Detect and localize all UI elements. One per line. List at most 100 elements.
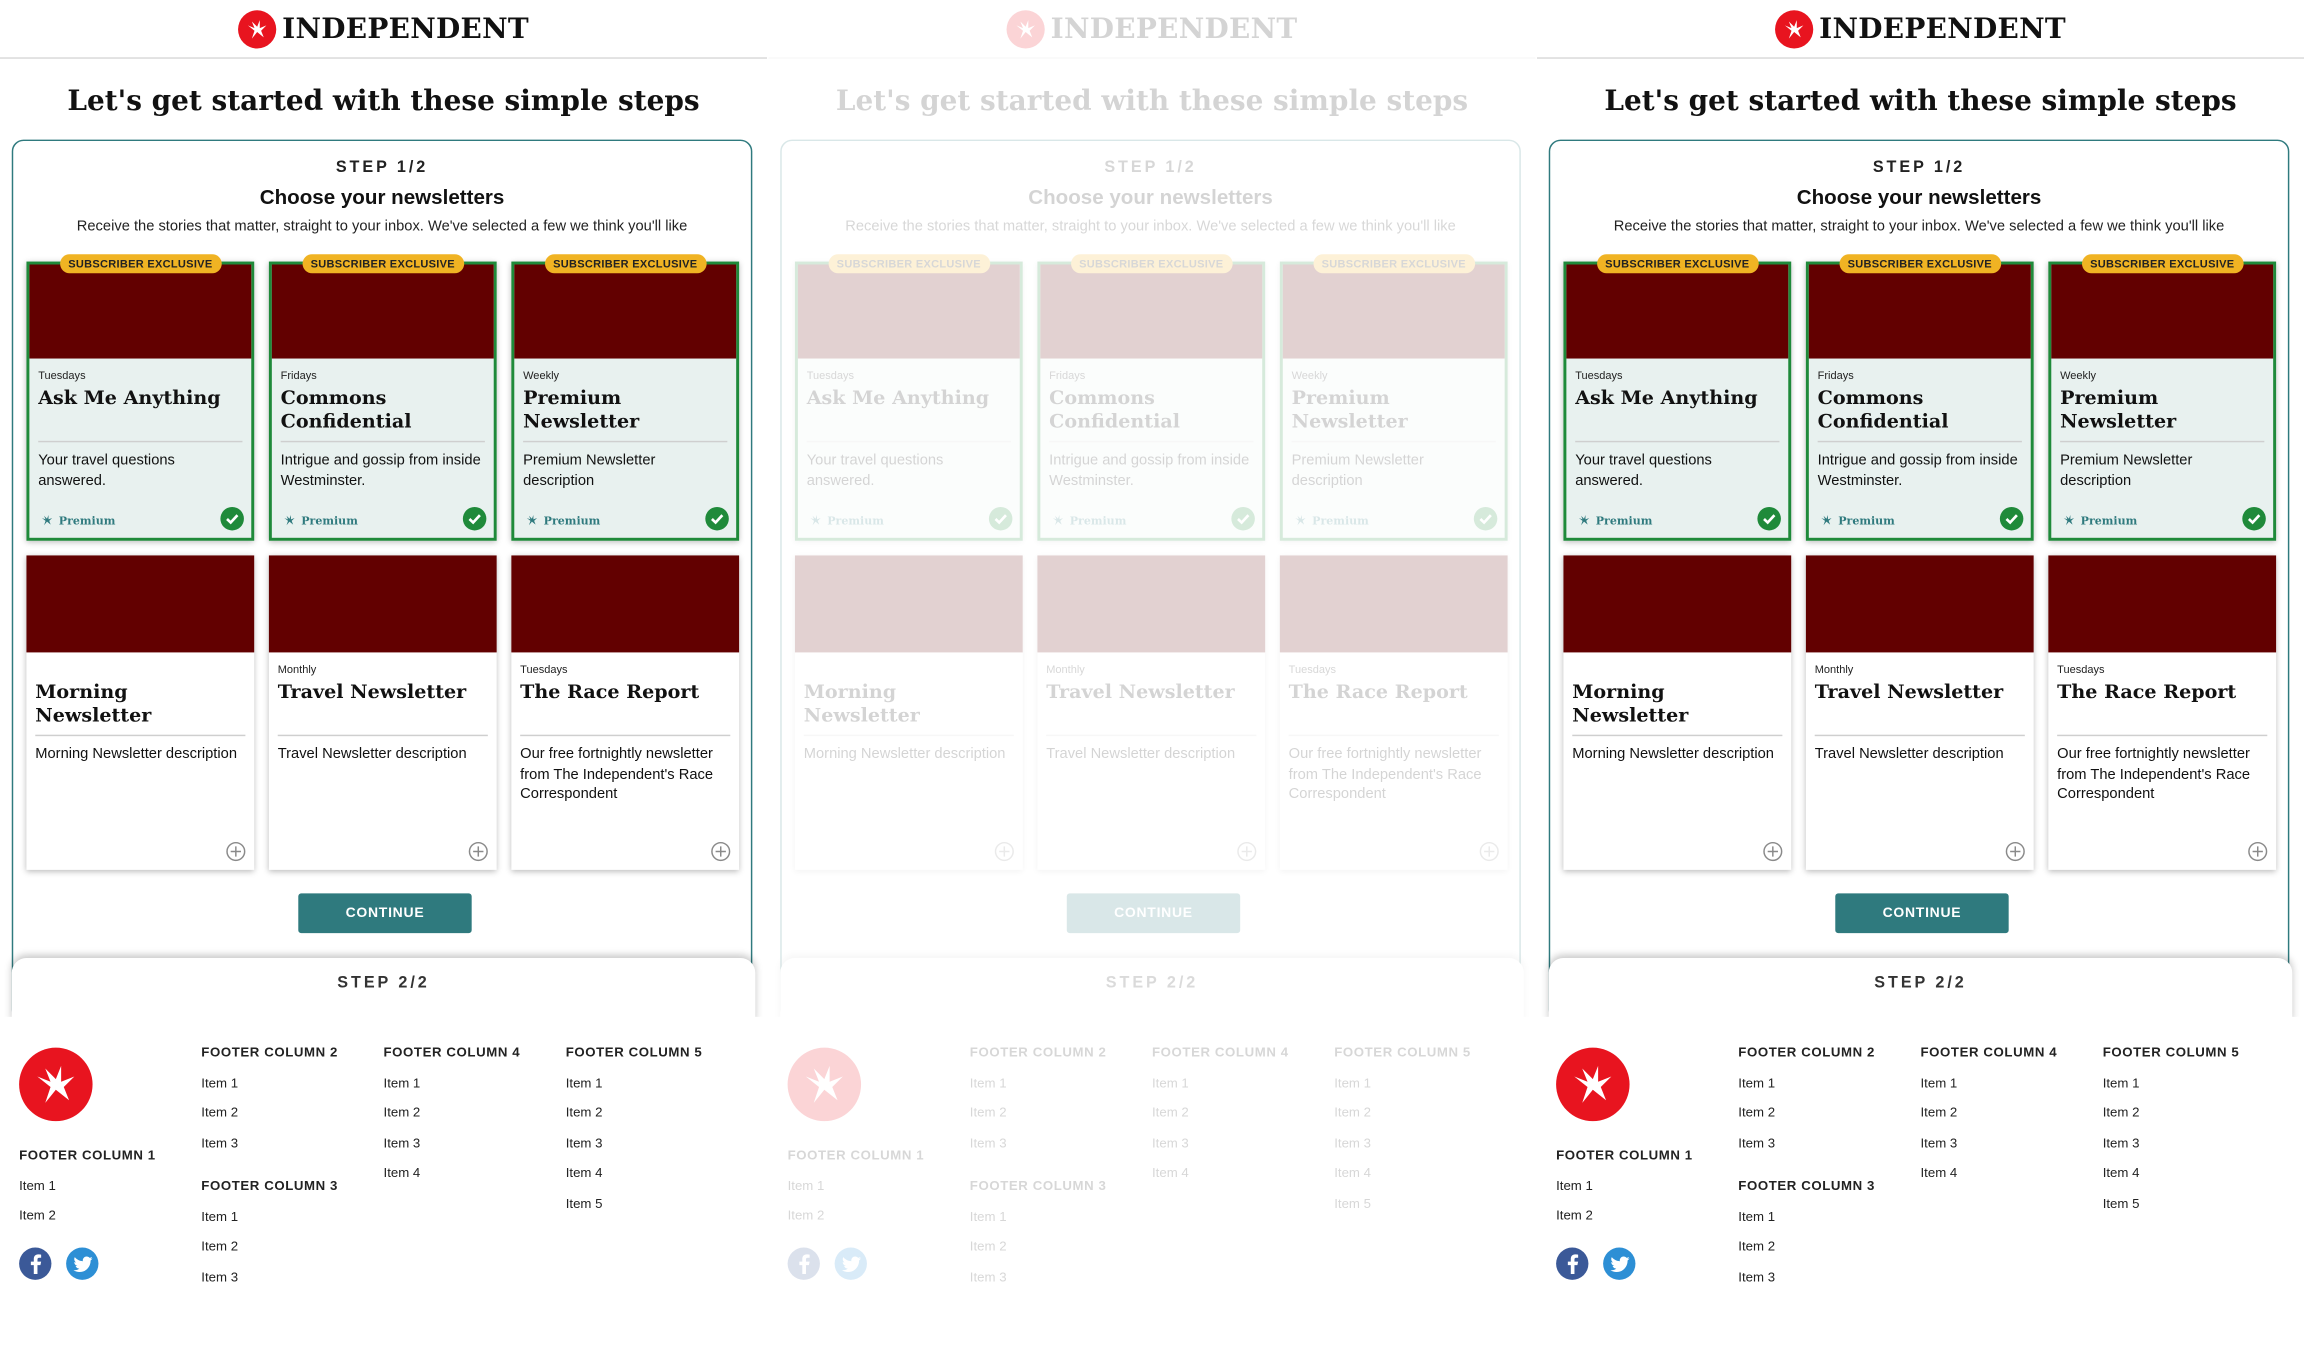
footer-link[interactable]: Item 1 [1738,1075,1875,1093]
footer-link[interactable]: Item 2 [1921,1105,2058,1123]
newsletter-card[interactable]: Morning Newsletter Morning Newsletter des… [26,555,255,870]
footer-link[interactable]: Item 1 [1921,1075,2058,1093]
footer-link[interactable]: Item 3 [970,1269,1107,1287]
footer-link[interactable]: Item 4 [1334,1165,1471,1183]
footer-link[interactable]: Item 4 [566,1165,703,1183]
footer-link[interactable]: Item 5 [1334,1195,1471,1213]
footer-link[interactable]: Item 1 [384,1075,521,1093]
footer-link[interactable]: Item 1 [1738,1209,1875,1227]
facebook-icon[interactable] [787,1247,820,1280]
selected-check-icon[interactable] [1757,506,1781,531]
footer-link[interactable]: Item 3 [1921,1135,2058,1153]
footer-link[interactable]: Item 4 [1152,1165,1289,1183]
footer-link[interactable]: Item 2 [788,1208,925,1226]
footer-link[interactable]: Item 3 [2103,1135,2240,1153]
footer-link[interactable]: Item 1 [2103,1075,2240,1093]
add-circle-icon[interactable] [711,841,731,862]
footer-link[interactable]: Item 1 [19,1178,156,1196]
twitter-icon[interactable] [1603,1247,1636,1280]
footer-link[interactable]: Item 2 [201,1105,338,1123]
twitter-icon[interactable] [66,1247,99,1280]
eagle-logo-icon[interactable] [1775,9,1814,48]
footer-link[interactable]: Item 2 [384,1105,521,1123]
newsletter-card[interactable]: Monthly Travel Newsletter Travel Newslette… [1037,555,1266,870]
step-2-tab[interactable]: STEP 2/2 [780,958,1524,1025]
footer-link[interactable]: Item 3 [1738,1135,1875,1153]
footer-link[interactable]: Item 1 [201,1075,338,1093]
footer-link[interactable]: Item 5 [2103,1195,2240,1213]
brand-wordmark[interactable]: INDEPENDENT [1819,12,2066,44]
footer-link[interactable]: Item 3 [970,1135,1107,1153]
add-circle-icon[interactable] [994,841,1014,862]
footer-link[interactable]: Item 2 [2103,1105,2240,1123]
brand-wordmark[interactable]: INDEPENDENT [282,12,529,44]
footer-link[interactable]: Item 1 [566,1075,703,1093]
footer-link[interactable]: Item 2 [970,1105,1107,1123]
newsletter-card[interactable]: Monthly Travel Newsletter Travel Newslette… [1805,555,2034,870]
footer-link[interactable]: Item 1 [1152,1075,1289,1093]
newsletter-card[interactable]: Tuesdays The Race Report Our free fortnigh… [1279,555,1508,870]
add-circle-icon[interactable] [2248,841,2268,862]
selected-check-icon[interactable] [1473,506,1498,531]
selected-check-icon[interactable] [1231,506,1255,531]
newsletter-card[interactable]: Monthly Travel Newsletter Travel Newslette… [268,555,497,870]
footer-link[interactable]: Item 2 [1334,1105,1471,1123]
eagle-logo-icon[interactable] [1006,9,1045,48]
newsletter-card[interactable]: Morning Newsletter Morning Newsletter des… [794,555,1023,870]
footer-link[interactable]: Item 4 [384,1165,521,1183]
step-2-tab[interactable]: STEP 2/2 [11,958,756,1025]
footer-link[interactable]: Item 1 [201,1209,338,1227]
brand-wordmark[interactable]: INDEPENDENT [1051,12,1298,44]
footer-link[interactable]: Item 2 [1152,1105,1289,1123]
newsletter-card[interactable]: SUBSCRIBER EXCLUSIVE Fridays Commons Confi… [268,254,497,541]
add-circle-icon[interactable] [1237,841,1257,862]
add-circle-icon[interactable] [468,841,488,862]
footer-link[interactable]: Item 2 [201,1239,338,1257]
footer-link[interactable]: Item 2 [1556,1208,1693,1226]
newsletter-card[interactable]: SUBSCRIBER EXCLUSIVE Tuesdays Ask Me Anyth… [1563,254,1792,541]
continue-button[interactable]: CONTINUE [1835,893,2009,934]
add-circle-icon[interactable] [1763,841,1783,862]
add-circle-icon[interactable] [1479,841,1499,862]
eagle-logo-icon[interactable] [19,1047,93,1122]
footer-link[interactable]: Item 1 [788,1178,925,1196]
footer-link[interactable]: Item 5 [566,1195,703,1213]
footer-link[interactable]: Item 3 [201,1135,338,1153]
footer-link[interactable]: Item 4 [1921,1165,2058,1183]
footer-link[interactable]: Item 1 [1334,1075,1471,1093]
twitter-icon[interactable] [834,1247,867,1280]
footer-link[interactable]: Item 1 [970,1075,1107,1093]
add-circle-icon[interactable] [2005,841,2025,862]
step-2-tab[interactable]: STEP 2/2 [1548,958,2293,1025]
footer-link[interactable]: Item 2 [566,1105,703,1123]
continue-button[interactable]: CONTINUE [298,893,472,934]
continue-button[interactable]: CONTINUE [1066,893,1241,934]
selected-check-icon[interactable] [705,506,729,531]
footer-link[interactable]: Item 1 [1556,1178,1693,1196]
eagle-logo-icon[interactable] [238,9,277,48]
footer-link[interactable]: Item 2 [970,1239,1107,1257]
newsletter-card[interactable]: SUBSCRIBER EXCLUSIVE Weekly Premium Newsle… [511,254,740,541]
newsletter-card[interactable]: Tuesdays The Race Report Our free fortnigh… [2048,555,2277,870]
newsletter-card[interactable]: SUBSCRIBER EXCLUSIVE Fridays Commons Confi… [1805,254,2034,541]
footer-link[interactable]: Item 3 [1152,1135,1289,1153]
footer-link[interactable]: Item 4 [2103,1165,2240,1183]
footer-link[interactable]: Item 2 [19,1208,156,1226]
newsletter-card[interactable]: SUBSCRIBER EXCLUSIVE Weekly Premium Newsle… [1279,254,1508,541]
selected-check-icon[interactable] [462,506,487,531]
selected-check-icon[interactable] [220,506,244,531]
newsletter-card[interactable]: SUBSCRIBER EXCLUSIVE Weekly Premium Newsle… [2048,254,2277,541]
newsletter-card[interactable]: Tuesdays The Race Report Our free fortnigh… [511,555,740,870]
add-circle-icon[interactable] [226,841,246,862]
selected-check-icon[interactable] [988,506,1013,531]
selected-check-icon[interactable] [1999,506,2024,531]
eagle-logo-icon[interactable] [1556,1047,1630,1122]
footer-link[interactable]: Item 3 [384,1135,521,1153]
footer-link[interactable]: Item 3 [1738,1269,1875,1287]
newsletter-card[interactable]: Morning Newsletter Morning Newsletter des… [1563,555,1792,870]
facebook-icon[interactable] [1556,1247,1589,1280]
newsletter-card[interactable]: SUBSCRIBER EXCLUSIVE Tuesdays Ask Me Anyth… [794,254,1023,541]
footer-link[interactable]: Item 3 [201,1269,338,1287]
footer-link[interactable]: Item 3 [566,1135,703,1153]
selected-check-icon[interactable] [2242,506,2266,531]
